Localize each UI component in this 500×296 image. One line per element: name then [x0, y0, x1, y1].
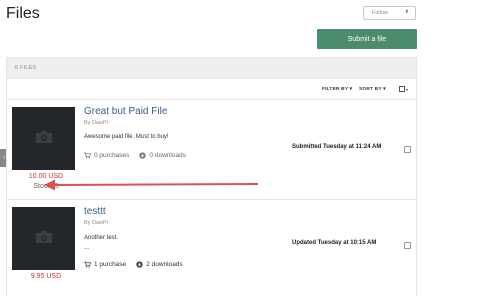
file-description: Another test.: [84, 235, 119, 241]
file-thumbnail[interactable]: [12, 207, 75, 270]
downloads-count: 2 downloads: [146, 261, 183, 268]
page-title: Files: [6, 5, 40, 22]
download-circle-icon: [139, 152, 147, 159]
file-author[interactable]: By DawPi: [84, 220, 108, 226]
camera-icon: [36, 131, 52, 143]
file-description-more: ...: [84, 245, 90, 251]
cart-icon: [84, 261, 91, 268]
sort-by-button[interactable]: SORT BY ▾: [359, 87, 386, 92]
follow-label: Follow: [372, 10, 388, 16]
purchases-count: 1 purchase: [94, 261, 127, 268]
select-all-dropdown[interactable]: ▾: [399, 85, 410, 93]
select-caret-icon: ⬍: [404, 9, 409, 15]
follow-dropdown[interactable]: Follow ⬍: [363, 6, 416, 20]
files-count-header: 6 FILES: [7, 58, 416, 79]
file-select-checkbox[interactable]: [404, 146, 411, 153]
file-title-link[interactable]: Great but Paid File: [84, 106, 167, 117]
file-title-link[interactable]: testtt: [84, 206, 106, 217]
file-select-checkbox[interactable]: [404, 242, 411, 249]
files-toolbar: FILTER BY ▾ SORT BY ▾ ▾: [7, 79, 416, 100]
file-status: Submitted Tuesday at 11:24 AM: [292, 144, 382, 150]
download-circle-icon: [136, 261, 143, 268]
file-author[interactable]: By DawPi: [84, 120, 108, 126]
chevron-right-icon: ›: [3, 155, 5, 161]
files-count: 6 FILES: [15, 65, 37, 71]
file-thumbnail[interactable]: [12, 107, 75, 170]
annotation-arrow: [44, 179, 259, 191]
downloads-count: 0 downloads: [149, 152, 186, 159]
file-stats: 1 purchase 2 downloads: [84, 261, 183, 268]
select-all-checkbox[interactable]: [399, 86, 405, 92]
file-row: 9.95 USD testtt By DawPi Another test. .…: [7, 200, 416, 296]
purchases-count: 0 purchases: [94, 152, 130, 159]
file-status: Updated Tuesday at 10:15 AM: [292, 240, 377, 246]
cart-icon: [84, 152, 91, 159]
file-stats: 0 purchases 0 downloads: [84, 152, 186, 159]
submit-file-button[interactable]: Submit a file: [317, 29, 417, 49]
file-description: Awesome paid file. Must to buy!: [84, 134, 169, 140]
camera-icon: [36, 231, 52, 243]
filter-by-button[interactable]: FILTER BY ▾: [322, 87, 352, 92]
caret-down-icon: ▾: [406, 86, 409, 92]
file-price: 9.95 USD: [30, 273, 62, 280]
